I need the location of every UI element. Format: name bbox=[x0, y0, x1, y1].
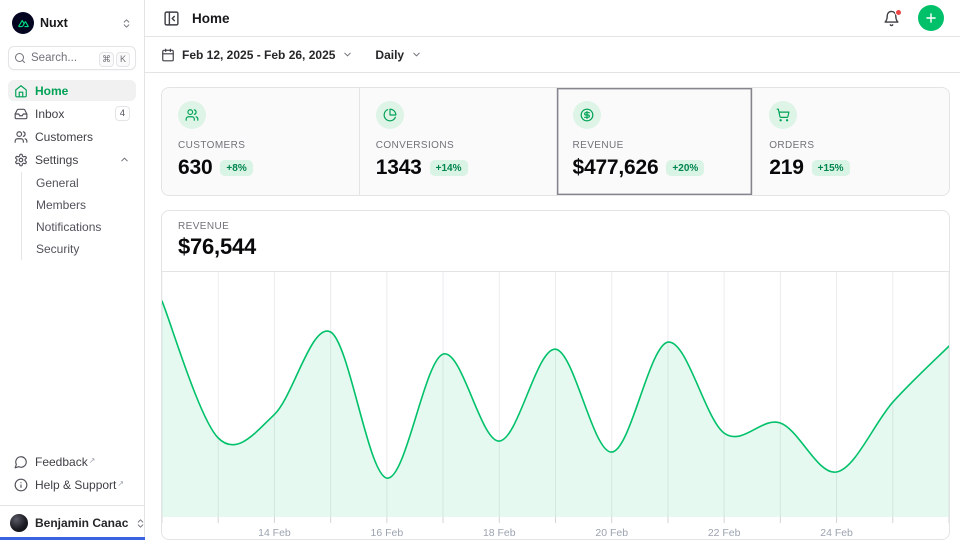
stat-delta-badge: +15% bbox=[812, 160, 850, 176]
external-link-icon: ↗ bbox=[117, 479, 124, 488]
users-icon bbox=[178, 101, 206, 129]
home-icon bbox=[14, 84, 28, 98]
stat-label: CONVERSIONS bbox=[376, 140, 540, 151]
chart-metric-value: $76,544 bbox=[178, 234, 933, 260]
svg-text:20 Feb: 20 Feb bbox=[595, 528, 628, 539]
sidebar-item-label: Feedback↗ bbox=[35, 455, 130, 469]
sidebar-nav: Home Inbox 4 Customers bbox=[8, 80, 136, 260]
chevron-down-icon bbox=[411, 49, 422, 60]
top-header: Home bbox=[145, 0, 960, 37]
sidebar-item-settings[interactable]: Settings bbox=[8, 149, 136, 170]
sidebar-item-customers[interactable]: Customers bbox=[8, 126, 136, 147]
sidebar-item-label: Inbox bbox=[35, 107, 108, 121]
date-range-label: Feb 12, 2025 - Feb 26, 2025 bbox=[182, 48, 335, 62]
chevron-down-icon bbox=[342, 49, 353, 60]
revenue-chart-card: REVENUE $76,544 14 Feb 16 Feb 18 Feb 20 Feb… bbox=[161, 210, 950, 540]
workspace-selector[interactable]: Nuxt bbox=[8, 8, 136, 38]
sidebar-footer: Feedback↗ Help & Support↗ bbox=[0, 447, 144, 505]
stats-row: CUSTOMERS 630 +8% CONVERSIONS 1343 +14% bbox=[161, 87, 950, 196]
stat-card-revenue[interactable]: REVENUE $477,626 +20% bbox=[556, 88, 753, 195]
svg-text:16 Feb: 16 Feb bbox=[371, 528, 404, 539]
sidebar-item-home[interactable]: Home bbox=[8, 80, 136, 101]
sidebar-item-label: Home bbox=[35, 84, 130, 98]
stat-card-customers[interactable]: CUSTOMERS 630 +8% bbox=[162, 88, 359, 195]
stat-label: CUSTOMERS bbox=[178, 140, 343, 151]
dashboard-content: CUSTOMERS 630 +8% CONVERSIONS 1343 +14% bbox=[145, 73, 960, 540]
stat-value: 1343 bbox=[376, 156, 422, 180]
calendar-icon bbox=[161, 48, 175, 62]
chart-plot-area: 14 Feb 16 Feb 18 Feb 20 Feb 22 Feb 24 Feb bbox=[162, 272, 949, 539]
avatar bbox=[10, 514, 28, 532]
kbd-cmd: ⌘ bbox=[99, 52, 114, 67]
sidebar-item-members[interactable]: Members bbox=[22, 194, 136, 216]
sidebar-item-inbox[interactable]: Inbox 4 bbox=[8, 103, 136, 124]
chart-metric-label: REVENUE bbox=[178, 221, 933, 232]
stat-card-orders[interactable]: ORDERS 219 +15% bbox=[752, 88, 949, 195]
main-panel: Home Feb 12, 2025 - Feb 26, 2025 Daily bbox=[145, 0, 960, 540]
gear-icon bbox=[14, 153, 28, 167]
stat-delta-badge: +20% bbox=[666, 160, 704, 176]
sidebar-item-general[interactable]: General bbox=[22, 172, 136, 194]
collapse-sidebar-button[interactable] bbox=[161, 8, 182, 29]
message-circle-icon bbox=[14, 455, 28, 469]
workspace-name: Nuxt bbox=[40, 16, 115, 30]
chevrons-up-down-icon bbox=[135, 518, 146, 529]
svg-text:18 Feb: 18 Feb bbox=[483, 528, 516, 539]
page-title: Home bbox=[192, 11, 871, 26]
stat-label: REVENUE bbox=[573, 140, 737, 151]
user-menu[interactable]: Benjamin Canac bbox=[0, 505, 144, 540]
filters-toolbar: Feb 12, 2025 - Feb 26, 2025 Daily bbox=[145, 37, 960, 73]
settings-subtree: General Members Notifications Security bbox=[21, 172, 136, 260]
users-icon bbox=[14, 130, 28, 144]
pie-chart-icon bbox=[376, 101, 404, 129]
kbd-k: K bbox=[116, 52, 130, 67]
chart-header: REVENUE $76,544 bbox=[162, 211, 949, 272]
stat-value: $477,626 bbox=[573, 156, 659, 180]
interval-label: Daily bbox=[375, 48, 404, 62]
inbox-icon bbox=[14, 107, 28, 121]
sidebar-item-feedback[interactable]: Feedback↗ bbox=[8, 451, 136, 472]
sidebar-item-label: Customers bbox=[35, 130, 130, 144]
svg-text:14 Feb: 14 Feb bbox=[258, 528, 291, 539]
svg-text:24 Feb: 24 Feb bbox=[820, 528, 853, 539]
search-icon bbox=[14, 52, 26, 64]
sidebar-spacer bbox=[0, 268, 144, 447]
stat-label: ORDERS bbox=[769, 140, 933, 151]
date-range-picker[interactable]: Feb 12, 2025 - Feb 26, 2025 bbox=[161, 48, 353, 62]
stat-value: 630 bbox=[178, 156, 212, 180]
search-placeholder: Search... bbox=[31, 52, 94, 64]
inbox-count-badge: 4 bbox=[115, 106, 130, 121]
external-link-icon: ↗ bbox=[89, 456, 96, 465]
app-window: Nuxt Search... ⌘K Home bbox=[0, 0, 960, 540]
notification-dot bbox=[895, 9, 902, 16]
user-name: Benjamin Canac bbox=[35, 516, 128, 530]
chevrons-up-down-icon bbox=[121, 18, 132, 29]
stat-card-conversions[interactable]: CONVERSIONS 1343 +14% bbox=[359, 88, 556, 195]
dollar-circle-icon bbox=[573, 101, 601, 129]
sidebar-item-security[interactable]: Security bbox=[22, 238, 136, 260]
sidebar-item-label: Help & Support↗ bbox=[35, 478, 130, 492]
sidebar-item-label: Settings bbox=[35, 153, 112, 167]
interval-select[interactable]: Daily bbox=[375, 48, 422, 62]
svg-text:22 Feb: 22 Feb bbox=[708, 528, 741, 539]
sidebar-item-help-support[interactable]: Help & Support↗ bbox=[8, 474, 136, 495]
stat-delta-badge: +8% bbox=[220, 160, 252, 176]
shopping-cart-icon bbox=[769, 101, 797, 129]
info-circle-icon bbox=[14, 478, 28, 492]
stat-delta-badge: +14% bbox=[430, 160, 468, 176]
add-button[interactable] bbox=[918, 5, 944, 31]
sidebar: Nuxt Search... ⌘K Home bbox=[0, 0, 145, 540]
revenue-chart-svg[interactable]: 14 Feb 16 Feb 18 Feb 20 Feb 22 Feb 24 Feb bbox=[162, 272, 949, 539]
search-input[interactable]: Search... ⌘K bbox=[8, 46, 136, 70]
notifications-button[interactable] bbox=[881, 8, 902, 29]
sidebar-item-notifications[interactable]: Notifications bbox=[22, 216, 136, 238]
nuxt-logo-icon bbox=[12, 12, 34, 34]
chevron-up-icon bbox=[119, 154, 130, 165]
stat-value: 219 bbox=[769, 156, 803, 180]
